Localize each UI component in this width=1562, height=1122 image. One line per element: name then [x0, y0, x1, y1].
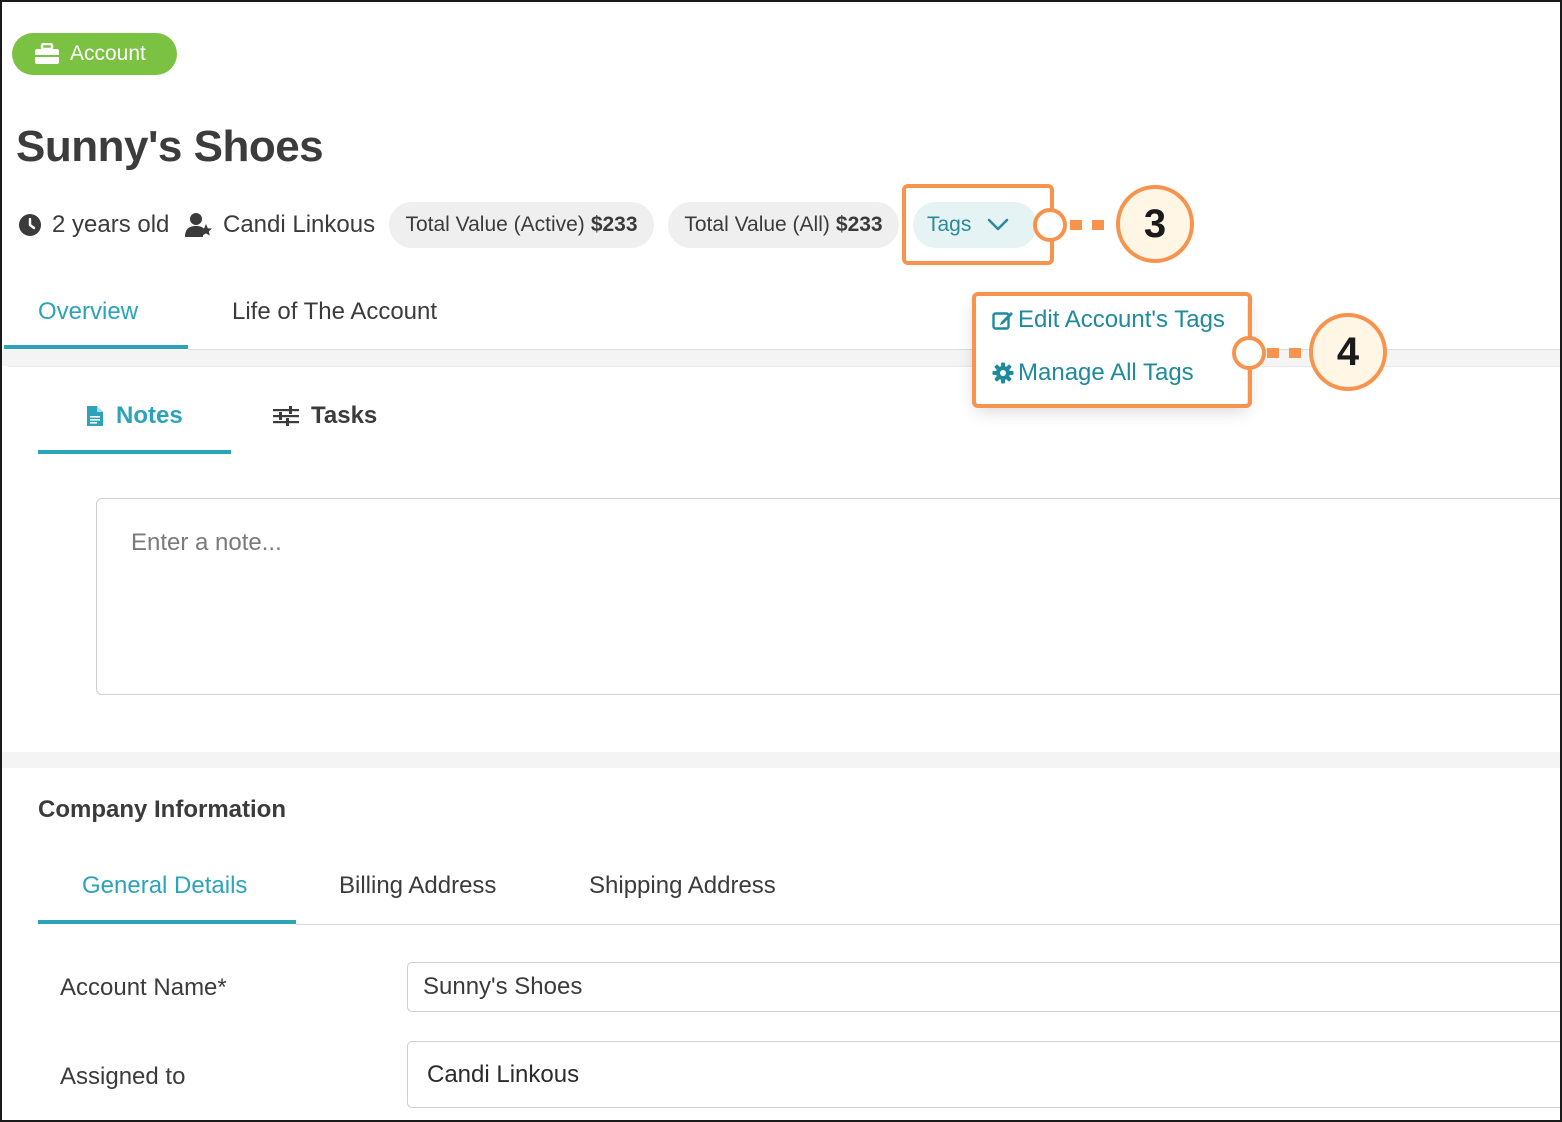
- tab-billing-address-label: Billing Address: [339, 872, 497, 899]
- tab-notes-underline: [38, 450, 231, 454]
- tab-notes-label: Notes: [116, 402, 183, 429]
- account-owner: Candi Linkous: [185, 202, 375, 248]
- tab-life-of-the-account[interactable]: Life of The Account: [232, 298, 437, 326]
- assigned-to-select[interactable]: Candi Linkous: [407, 1041, 1560, 1108]
- callout-tags-number: 3: [1116, 185, 1194, 263]
- tab-billing-address[interactable]: Billing Address: [339, 872, 496, 900]
- tab-notes[interactable]: Notes: [86, 402, 183, 430]
- section-gap-2: [2, 752, 1560, 768]
- tab-general-details-underline: [38, 920, 296, 924]
- callout-connector: [1267, 348, 1279, 358]
- tab-overview-underline: [4, 345, 188, 349]
- tab-shipping-address-label: Shipping Address: [589, 872, 776, 899]
- page-title: Sunny's Shoes: [16, 122, 324, 171]
- tab-tasks[interactable]: Tasks: [273, 402, 377, 430]
- tab-overview[interactable]: Overview: [38, 298, 138, 326]
- total-value-active-amount: $233: [590, 213, 638, 236]
- account-name-label: Account Name*: [60, 974, 227, 1001]
- company-tabs-divider: [296, 924, 1560, 925]
- total-value-all-amount: $233: [835, 213, 883, 236]
- note-input[interactable]: [96, 498, 1560, 695]
- callout-menu-number: 4: [1309, 313, 1387, 391]
- tab-overview-label: Overview: [38, 298, 139, 325]
- callout-connector: [1092, 220, 1104, 230]
- total-value-active-pill: Total Value (Active) $233: [389, 202, 654, 248]
- account-owner-text: Candi Linkous: [223, 211, 376, 238]
- callout-connector: [1070, 220, 1082, 230]
- tab-shipping-address[interactable]: Shipping Address: [589, 872, 776, 900]
- tab-tasks-label: Tasks: [311, 402, 378, 429]
- assigned-to-label: Assigned to: [60, 1063, 186, 1090]
- company-information-heading: Company Information: [38, 796, 287, 823]
- tab-general-details-label: General Details: [82, 872, 248, 899]
- account-name-input[interactable]: [407, 962, 1560, 1012]
- account-badge-label: Account: [70, 42, 146, 65]
- account-age: 2 years old: [18, 202, 169, 248]
- assigned-to-value: Candi Linkous: [427, 1060, 580, 1088]
- callout-menu-anchor: [1232, 336, 1266, 370]
- page-frame: Account Sunny's Shoes 2 years old Candi …: [0, 0, 1562, 1122]
- account-badge[interactable]: Account: [12, 33, 177, 75]
- callout-menu-box: [972, 292, 1252, 408]
- tab-life-of-the-account-label: Life of The Account: [232, 298, 438, 325]
- tab-general-details[interactable]: General Details: [82, 872, 247, 900]
- document-icon: [87, 406, 103, 426]
- callout-connector: [1289, 348, 1301, 358]
- user-star-icon: [185, 213, 212, 237]
- callout-tags-anchor: [1033, 208, 1067, 242]
- clock-icon: [19, 214, 41, 236]
- briefcase-icon: [35, 43, 59, 64]
- total-value-all-pill: Total Value (All) $233: [668, 202, 899, 248]
- total-value-active-label: Total Value (Active): [405, 213, 585, 236]
- callout-tags-box: [902, 184, 1054, 265]
- sliders-icon: [273, 406, 299, 426]
- account-age-text: 2 years old: [52, 211, 170, 238]
- total-value-all-label: Total Value (All): [684, 213, 830, 236]
